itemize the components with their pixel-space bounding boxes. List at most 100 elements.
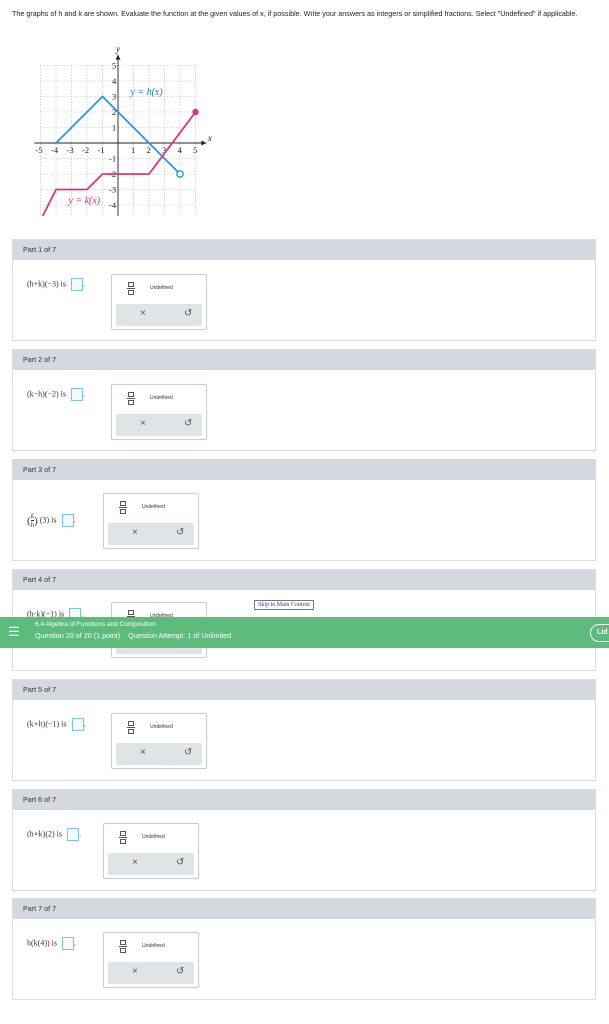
fraction-button[interactable] <box>127 282 135 295</box>
question-expression: (h∘k)(2) is <box>27 829 62 839</box>
clear-icon[interactable]: × <box>140 308 146 319</box>
undo-icon[interactable]: ↺ <box>184 418 192 429</box>
palette-action-bar: × ↺ <box>108 523 194 545</box>
answer-input[interactable] <box>71 718 84 731</box>
clear-icon[interactable]: × <box>140 747 146 758</box>
k-graph-label: y = k(x) <box>67 195 100 206</box>
fraction-button[interactable] <box>119 831 127 844</box>
part-header: Part 7 of 7 <box>13 899 595 919</box>
part-header: Part 2 of 7 <box>13 350 595 370</box>
question-expression: h(k(4)) is <box>27 938 57 948</box>
answer-palette: Undefined × ↺ <box>111 274 207 330</box>
part-header: Part 3 of 7 <box>13 460 595 480</box>
h-open-endpoint <box>176 170 184 178</box>
x-tick-label: 5 <box>193 145 197 155</box>
x-tick-label: -2 <box>82 145 89 155</box>
k-closed-endpoint <box>192 108 199 116</box>
question-expression: (h+k)(−3) is <box>27 279 67 289</box>
answer-input[interactable] <box>67 828 79 841</box>
x-tick-label: -3 <box>67 145 74 155</box>
question-text: h(k(4)) is . <box>27 937 76 950</box>
clear-icon[interactable]: × <box>132 857 138 868</box>
question-text: (k−h)(−2) is . <box>27 388 85 401</box>
y-tick-label: -3 <box>109 185 116 195</box>
x-tick-label: 4 <box>178 145 183 155</box>
question-period: . <box>73 515 76 525</box>
undo-icon[interactable]: ↺ <box>184 308 192 319</box>
palette-action-bar: × ↺ <box>108 853 194 875</box>
fraction-button[interactable] <box>127 392 135 405</box>
answer-palette: Undefined × ↺ <box>103 932 199 988</box>
y-tick-label: 1 <box>112 123 116 133</box>
question-period: . <box>83 389 86 399</box>
undo-icon[interactable]: ↺ <box>176 857 184 868</box>
fraction-button[interactable] <box>119 940 127 953</box>
answer-palette: Undefined × ↺ <box>103 823 199 879</box>
question-expression: (k−h)(−2) is <box>27 389 67 399</box>
y-tick-label: 3 <box>112 92 116 102</box>
x-tick-label: 1 <box>131 145 135 155</box>
y-axis-label: y <box>115 44 120 54</box>
h-graph-label: y = h(x) <box>129 87 163 98</box>
y-tick-label: 5 <box>112 61 116 71</box>
y-tick-label: -1 <box>109 154 116 164</box>
answer-palette: Undefined × ↺ <box>103 493 199 549</box>
y-tick-label: -4 <box>109 200 117 210</box>
question-text: (k h) (3) is . <box>27 512 76 529</box>
undefined-button[interactable]: Undefined <box>150 724 173 730</box>
question-part: Part 3 of 7 (k h) (3) is . Undefined × ↺ <box>12 459 596 561</box>
undefined-button[interactable]: Undefined <box>142 504 165 510</box>
palette-action-bar: × ↺ <box>116 743 202 765</box>
undefined-button[interactable]: Undefined <box>142 834 165 840</box>
question-part: Part 7 of 7 h(k(4)) is . Undefined × ↺ <box>12 898 596 1000</box>
assignment-banner: ☰ 6.4 Algebra of Functions and Compositi… <box>0 617 609 648</box>
question-period: . <box>79 829 81 839</box>
palette-action-bar: × ↺ <box>116 414 202 436</box>
undo-icon[interactable]: ↺ <box>184 747 192 758</box>
undo-icon[interactable]: ↺ <box>176 966 184 977</box>
fraction-button[interactable] <box>119 501 127 514</box>
section-title: 6.4 Algebra of Functions and Composition <box>35 621 156 628</box>
question-expression: (3) is <box>39 515 57 525</box>
function-graph: -5-4-3-2-11234554321-1-2-3-4-5 y = h(x) … <box>34 44 212 217</box>
question-text: (h+k)(−3) is . <box>27 278 85 291</box>
clear-icon[interactable]: × <box>140 418 146 429</box>
answer-input[interactable] <box>71 278 84 291</box>
part-header: Part 6 of 7 <box>13 790 595 810</box>
undo-icon[interactable]: ↺ <box>176 527 184 538</box>
fraction-button[interactable] <box>127 721 135 734</box>
attempt-info: Question Attempt: 1 of Unlimited <box>128 631 232 640</box>
answer-input[interactable] <box>61 514 74 527</box>
question-info: Question 20 of 20 (1 point) <box>35 631 121 640</box>
undefined-button[interactable]: Undefined <box>150 285 173 291</box>
x-tick-label: 2 <box>147 145 151 155</box>
menu-icon[interactable]: ☰ <box>8 624 20 640</box>
answer-input[interactable] <box>71 388 84 401</box>
question-part: Part 5 of 7 (k∘h)(−1) is . Undefined × ↺ <box>12 679 596 781</box>
palette-action-bar: × ↺ <box>116 304 202 326</box>
lid-button[interactable]: Lid <box>590 624 609 642</box>
part-header: Part 5 of 7 <box>13 680 595 700</box>
palette-action-bar: × ↺ <box>108 962 194 984</box>
y-tick-label: -5 <box>109 216 116 217</box>
question-text: (k∘h)(−1) is . <box>27 718 86 731</box>
question-period: . <box>83 279 86 289</box>
x-tick-label: -5 <box>36 145 43 155</box>
question-part: Part 2 of 7 (k−h)(−2) is . Undefined × ↺ <box>12 349 596 451</box>
question-text: (h∘k)(2) is . <box>27 828 81 841</box>
clear-icon[interactable]: × <box>132 527 138 538</box>
x-tick-label: -1 <box>98 145 105 155</box>
part-header: Part 4 of 7 <box>13 570 595 590</box>
graph-axes <box>34 54 207 216</box>
clear-icon[interactable]: × <box>132 966 138 977</box>
question-period: . <box>83 719 86 729</box>
answer-palette: Undefined × ↺ <box>111 384 207 440</box>
question-status: Question 20 of 20 (1 point) Question Att… <box>35 631 231 640</box>
answer-palette: Undefined × ↺ <box>111 713 207 769</box>
undefined-button[interactable]: Undefined <box>150 395 173 401</box>
x-axis-label: x <box>207 133 212 143</box>
undefined-button[interactable]: Undefined <box>142 943 165 949</box>
question-part: Part 6 of 7 (h∘k)(2) is . Undefined × ↺ <box>12 789 596 891</box>
answer-input[interactable] <box>62 937 74 950</box>
skip-to-main-link[interactable]: Skip to Main Content <box>254 600 314 610</box>
